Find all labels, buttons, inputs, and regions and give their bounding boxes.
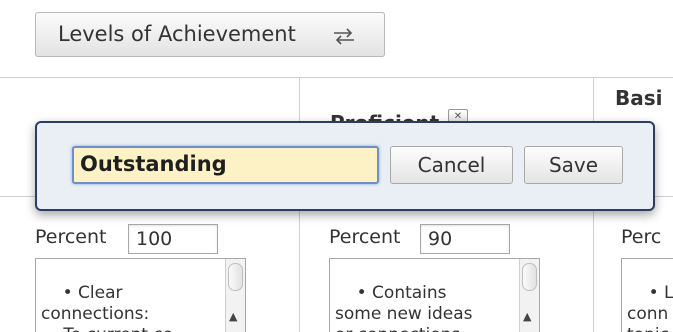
levels-of-achievement-button[interactable]: Levels of Achievement	[35, 12, 385, 57]
column-header-basic: Basi	[615, 86, 663, 110]
description-text: • Contains some new ideas or connections	[335, 283, 473, 332]
scroll-up-arrow-icon[interactable]: ▲	[523, 311, 531, 323]
description-text: • Clear connections: - To current co	[41, 283, 173, 332]
percent-label: Perc	[621, 226, 662, 248]
levels-button-label: Levels of Achievement	[58, 22, 296, 46]
percent-input[interactable]: 100	[128, 224, 218, 254]
description-textarea[interactable]: • Contains some new ideas or connections…	[329, 258, 540, 332]
swap-arrows-icon	[334, 28, 354, 45]
table-top-border	[0, 77, 673, 78]
scroll-up-arrow-icon[interactable]: ▲	[229, 311, 237, 323]
percent-label: Percent	[35, 226, 107, 248]
description-text: • Lin conn topic	[627, 283, 673, 332]
percent-label: Percent	[329, 226, 401, 248]
level-name-input[interactable]: Outstanding	[72, 146, 379, 184]
scrollbar-thumb[interactable]	[522, 263, 537, 291]
rubric-editor-screen: Levels of Achievement Proficient ✕ Basi …	[0, 0, 673, 332]
scrollbar-thumb[interactable]	[228, 263, 243, 291]
scrollbar[interactable]: ▲	[225, 259, 245, 332]
percent-input[interactable]: 90	[420, 224, 510, 254]
description-textarea[interactable]: • Clear connections: - To current co ▲	[35, 258, 246, 332]
save-button[interactable]: Save	[524, 146, 623, 184]
level-name-editor: Outstanding Cancel Save	[35, 121, 655, 211]
cancel-button[interactable]: Cancel	[390, 146, 513, 184]
description-textarea[interactable]: • Lin conn topic	[621, 258, 673, 332]
scrollbar[interactable]: ▲	[519, 259, 539, 332]
